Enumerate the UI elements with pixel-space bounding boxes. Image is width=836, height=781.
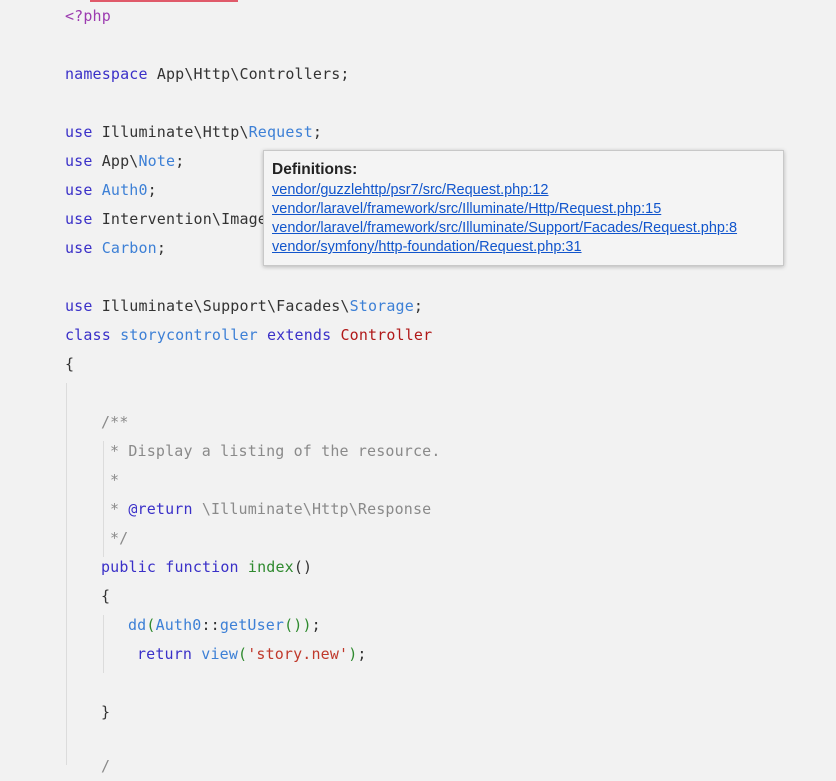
semicolon: ; [156, 239, 167, 257]
code-line-doc-desc[interactable]: * Display a listing of the resource. [110, 437, 441, 466]
class-name-storage[interactable]: Storage [350, 297, 414, 315]
brace: { [65, 355, 75, 373]
brace: { [101, 587, 111, 605]
semicolon: ; [175, 152, 185, 170]
code-line-doc-blank[interactable]: * [110, 466, 119, 495]
parens: () [293, 558, 313, 576]
brace: } [101, 703, 111, 721]
indent-guide [66, 383, 67, 765]
semicolon: ; [311, 616, 321, 634]
function-call-view[interactable]: view [201, 645, 238, 663]
namespace-path: App\Http\Controllers; [147, 65, 350, 83]
code-line-fn-brace-open[interactable]: { [101, 582, 110, 611]
class-name-note[interactable]: Note [138, 152, 175, 170]
namespace-path: Intervention\Image [92, 210, 267, 228]
doc-tag: @return [128, 500, 193, 518]
function-name-index[interactable]: index [248, 558, 294, 576]
class-name-auth0[interactable]: Auth0 [102, 181, 148, 199]
keyword: class [65, 326, 111, 344]
code-line-return[interactable]: return view('story.new'); [137, 640, 367, 669]
definition-link[interactable]: vendor/laravel/framework/src/Illuminate/… [272, 200, 783, 219]
code-line-partial[interactable]: / [101, 752, 110, 781]
keyword: return [137, 645, 193, 663]
class-name-auth0[interactable]: Auth0 [156, 616, 202, 634]
code-line-use-intervention[interactable]: use Intervention\Image [65, 205, 267, 234]
error-squiggle [90, 0, 238, 2]
keyword: public [101, 558, 157, 576]
paren: ) [348, 645, 358, 663]
keyword: use [65, 181, 93, 199]
paren: ( [238, 645, 248, 663]
definitions-popup: Definitions: vendor/guzzlehttp/psr7/src/… [263, 150, 784, 266]
keyword: namespace [65, 65, 148, 83]
code-line-use-auth0[interactable]: use Auth0; [65, 176, 157, 205]
indent-guide [103, 441, 104, 557]
code-line-namespace[interactable]: namespace App\Http\Controllers; [65, 60, 350, 89]
semicolon: ; [357, 645, 367, 663]
code-line-1[interactable]: <?php [65, 2, 111, 31]
code-line-doc-return[interactable]: * @return \Illuminate\Http\Response [110, 495, 431, 524]
keyword: use [65, 210, 93, 228]
doc-comment: * [110, 500, 129, 518]
code-line-use-carbon[interactable]: use Carbon; [65, 234, 166, 263]
class-name-carbon[interactable]: Carbon [102, 239, 157, 257]
definition-link[interactable]: vendor/guzzlehttp/psr7/src/Request.php:1… [272, 181, 783, 200]
code-editor[interactable]: <?php namespace App\Http\Controllers; us… [0, 0, 836, 775]
code-line-use-storage[interactable]: use Illuminate\Support\Facades\Storage; [65, 292, 423, 321]
code-line-fn-brace-close[interactable]: } [101, 698, 110, 727]
scope-operator: :: [201, 616, 220, 634]
doc-comment: * [110, 471, 120, 489]
doc-comment: / [101, 757, 111, 775]
code-line-use-request[interactable]: use Illuminate\Http\Request; [65, 118, 322, 147]
code-line-doc-end[interactable]: */ [110, 524, 128, 553]
semicolon: ; [147, 181, 157, 199]
class-name-request[interactable]: Request [249, 123, 313, 141]
code-line-class-decl[interactable]: class storycontroller extends Controller [65, 321, 432, 350]
doc-comment: */ [110, 529, 129, 547]
indent-guide [103, 615, 104, 673]
semicolon: ; [413, 297, 424, 315]
definition-link[interactable]: vendor/symfony/http-foundation/Request.p… [272, 238, 783, 257]
doc-comment: * Display a listing of the resource. [110, 442, 441, 460]
function-call-dd[interactable]: dd [128, 616, 146, 634]
paren: ( [146, 616, 156, 634]
keyword: function [165, 558, 239, 576]
php-open-tag: <?php [65, 7, 111, 25]
definition-link[interactable]: vendor/laravel/framework/src/Illuminate/… [272, 219, 783, 238]
paren: ()) [284, 616, 312, 634]
code-line-brace-open[interactable]: { [65, 350, 74, 379]
keyword: use [65, 297, 93, 315]
code-line-dd[interactable]: dd(Auth0::getUser()); [128, 611, 321, 640]
string-literal: 'story.new' [247, 645, 349, 663]
class-name-storycontroller[interactable]: storycontroller [120, 326, 258, 344]
method-call-getuser[interactable]: getUser [220, 616, 284, 634]
semicolon: ; [312, 123, 323, 141]
keyword: use [65, 123, 93, 141]
doc-comment: \Illuminate\Http\Response [192, 500, 432, 518]
namespace-path: Illuminate\Support\Facades\ [92, 297, 350, 315]
code-line-function-decl[interactable]: public function index() [101, 553, 312, 582]
popup-title: Definitions: [272, 161, 358, 178]
keyword: use [65, 239, 93, 257]
namespace-path: App\ [92, 152, 139, 170]
doc-comment: /** [101, 413, 129, 431]
keyword: use [65, 152, 93, 170]
namespace-path: Illuminate\Http\ [92, 123, 249, 141]
code-line-doc-start[interactable]: /** [101, 408, 129, 437]
keyword: extends [267, 326, 332, 344]
class-name-controller[interactable]: Controller [340, 326, 432, 344]
code-line-use-note[interactable]: use App\Note; [65, 147, 184, 176]
